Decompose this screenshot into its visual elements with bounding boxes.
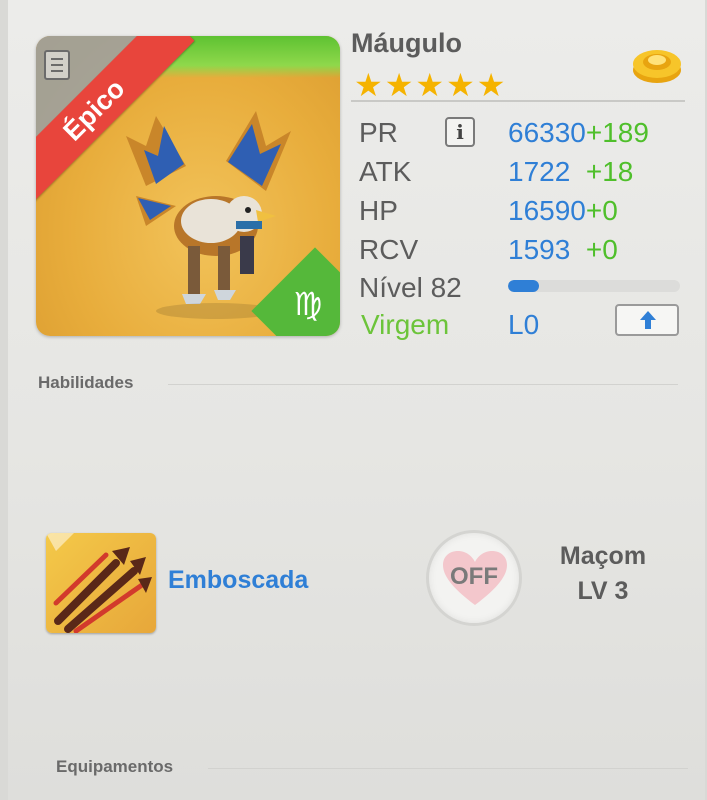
info-button[interactable]: i bbox=[445, 117, 475, 147]
hero-detail-card: Épico ♍ Máugulo ★★★★★ PR i 66330+189 ATK… bbox=[8, 0, 705, 800]
ambush-skill-icon[interactable] bbox=[46, 533, 156, 633]
skills-section-title: Habilidades bbox=[38, 373, 134, 392]
stat-pr-bonus: +189 bbox=[585, 117, 649, 148]
hero-name: Máugulo bbox=[351, 28, 462, 58]
stat-label-hp: HP bbox=[359, 195, 398, 226]
stat-hp-value: 16590 bbox=[508, 195, 586, 226]
level-progress-fill bbox=[508, 280, 539, 292]
companion-name: Maçom bbox=[559, 542, 647, 570]
stat-atk-value: 1722 bbox=[508, 156, 571, 187]
skill-name[interactable]: Emboscada bbox=[168, 566, 308, 595]
companion-info: Maçom LV 3 bbox=[528, 542, 678, 606]
book-icon[interactable] bbox=[44, 50, 70, 80]
stat-value-pr: 66330+189 bbox=[508, 117, 649, 149]
arrow-up-icon bbox=[640, 311, 656, 329]
virgo-zodiac-icon: ♍ bbox=[293, 285, 323, 323]
gold-coins-icon[interactable] bbox=[630, 40, 684, 86]
stat-value-rcv: 1593 +0 bbox=[508, 234, 618, 266]
stat-label-pr: PR bbox=[359, 117, 398, 148]
limit-value: L0 bbox=[508, 309, 540, 340]
stat-label-atk: ATK bbox=[359, 156, 412, 187]
stat-rcv-bonus: +0 bbox=[585, 234, 618, 265]
limit-up-button[interactable] bbox=[615, 304, 679, 336]
arrows-icon bbox=[46, 533, 152, 633]
skill-off-toggle[interactable]: OFF bbox=[426, 530, 522, 626]
off-label: OFF bbox=[450, 563, 498, 590]
stat-atk-bonus: +18 bbox=[585, 156, 634, 187]
skills-divider bbox=[168, 384, 678, 385]
star-rating: ★★★★★ bbox=[354, 67, 508, 103]
header-divider bbox=[351, 100, 685, 102]
stat-pr-value: 66330 bbox=[508, 117, 586, 148]
stat-label-rcv: RCV bbox=[359, 234, 419, 265]
stat-hp-bonus: +0 bbox=[585, 195, 618, 226]
companion-level: LV 3 bbox=[577, 577, 629, 605]
level-label: Nível 82 bbox=[359, 272, 462, 303]
hero-portrait[interactable]: Épico ♍ bbox=[36, 36, 340, 336]
equipment-divider bbox=[208, 768, 688, 769]
stat-value-hp: 16590+0 bbox=[508, 195, 618, 227]
zodiac-name: Virgem bbox=[361, 309, 450, 340]
stat-value-atk: 1722 +18 bbox=[508, 156, 633, 188]
stat-rcv-value: 1593 bbox=[508, 234, 571, 265]
equipment-section-title: Equipamentos bbox=[56, 757, 174, 776]
level-progress-bar bbox=[508, 280, 680, 292]
